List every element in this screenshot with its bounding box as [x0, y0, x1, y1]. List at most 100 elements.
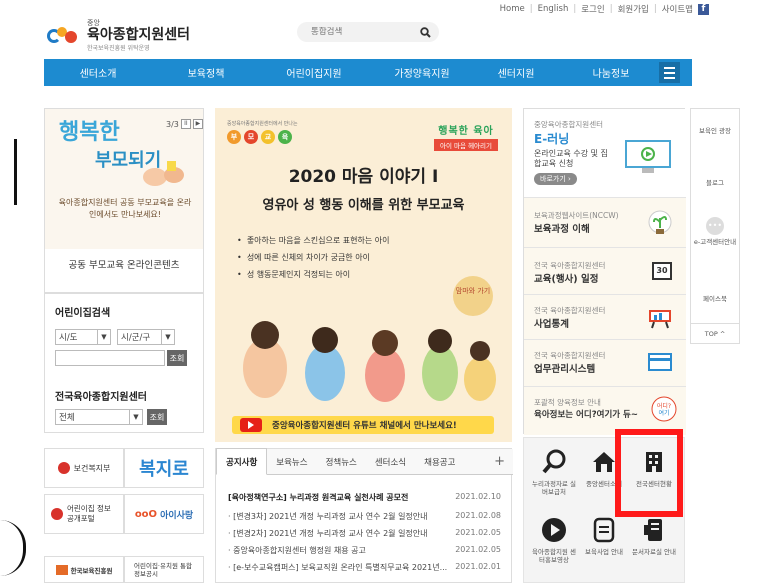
next-icon[interactable]: ▶	[192, 119, 203, 129]
info-portal-icon	[51, 508, 63, 520]
daycare-info-banner[interactable]: 어린이집 정보공개포털	[44, 494, 124, 534]
tab-childcare-news[interactable]: 보육뉴스	[267, 449, 316, 475]
stroke-artifact	[14, 139, 17, 205]
logo-subtitle: 한국보육진흥원 위탁운영	[87, 45, 150, 52]
calendar-icon: 30	[652, 262, 672, 280]
side-item-community[interactable]: 보육인 광장	[691, 127, 739, 135]
sigungu-select[interactable]: 시/군/구 ▼	[117, 329, 175, 345]
promo-caption[interactable]: 공동 부모교육 온라인콘텐츠	[45, 257, 203, 271]
sitemap-link[interactable]: 사이트맵	[662, 3, 693, 15]
quick-promo-video[interactable]: 육아종합지원 센터홍보영상	[530, 516, 578, 564]
daycare-search-title: 어린이집검색	[55, 308, 111, 319]
svg-text:여기: 여기	[658, 409, 669, 417]
quick-nuri-material[interactable]: 누리과정자료 실버보급처	[530, 448, 578, 496]
where-info-panel[interactable]: 포괄적 양육정보 안내 육아정보는 어디?여기가 듀~ 어디? 여기	[524, 387, 686, 435]
main-bullets: • 좋아하는 마음을 스킨십으로 표현하는 아이 • 성에 따른 신체의 차이가…	[237, 236, 390, 279]
daycare-search-button[interactable]: 조회	[167, 350, 187, 366]
side-item-customer-center[interactable]: ••• e-고객센터안내	[691, 217, 739, 246]
quick-childcare-business[interactable]: 보육사업 안내	[580, 516, 628, 556]
logo-title: 육아종합지원센터	[87, 27, 191, 43]
main-small-text: 중앙육아종합지원센터에서 만나는	[227, 121, 298, 127]
more-plus-icon[interactable]: +	[494, 454, 505, 469]
site-logo[interactable]: 중앙 육아종합지원센터 한국보육진흥원 위탁운영	[47, 18, 190, 52]
promo-note: 육아종합지원센터 공동 부모교육을 온라인에서도 만나보세요!	[58, 198, 192, 219]
all-menu-icon[interactable]	[659, 62, 680, 83]
document-icon	[588, 516, 620, 544]
search-input[interactable]	[311, 27, 411, 37]
bokjiro-banner[interactable]: 복지로	[124, 448, 204, 488]
aisarang-banner[interactable]: ooO 아이사랑	[124, 494, 204, 534]
main-headline: 2020 마음 이야기 I	[288, 167, 439, 187]
notice-tabs: 공지사항 보육뉴스 정책뉴스 센터소식 채용공고 +	[216, 448, 513, 475]
pause-icon[interactable]: II	[180, 119, 191, 129]
nav-sharing-info[interactable]: 나눔정보	[556, 65, 666, 80]
side-item-blog[interactable]: 블로그	[691, 179, 739, 187]
mohw-banner[interactable]: 보건복지부	[44, 448, 124, 488]
tab-policy-news[interactable]: 정책뉴스	[317, 449, 366, 475]
top-button[interactable]: TOP ^	[691, 323, 739, 343]
logo-mark-icon	[47, 25, 81, 45]
monitor-icon	[625, 140, 671, 173]
nav-daycare-support[interactable]: 어린이집지원	[260, 65, 368, 80]
children-illustration	[243, 321, 496, 402]
utility-bar: Home | English | 로그인 | 회원가입 | 사이트맵 f	[500, 3, 709, 15]
join-link[interactable]: 회원가입	[618, 3, 649, 15]
daycare-search-panel: 어린이집검색 시/도 ▼ 시/군/구 ▼ 조회 전국육아종합지원센터 전체 ▼ 조회	[44, 293, 204, 433]
hands-illustration	[143, 161, 184, 186]
aisarang-logo-icon: ooO	[134, 508, 158, 520]
center-search-title: 전국육아종합지원센터	[55, 392, 147, 403]
kcpi-logo-icon	[55, 564, 68, 575]
main-nav: 센터소개 보육정책 어린이집지원 가정양육지원 센터지원 나눔정보	[44, 59, 692, 86]
elearning-panel[interactable]: 중앙육아종합지원센터 E-러닝 온라인교육 수강 및 집합교육 신청 바로가기 …	[524, 109, 686, 198]
tab-recruitment[interactable]: 채용공고	[415, 449, 464, 475]
magnifier-icon	[538, 448, 570, 476]
nav-center-support[interactable]: 센터지원	[476, 65, 556, 80]
mohw-logo-icon	[57, 462, 70, 474]
speech-bubble: 맘마와 가기	[453, 276, 493, 316]
home-link[interactable]: Home	[500, 4, 525, 14]
quick-document-archive[interactable]: 문서자료실 안내	[630, 516, 678, 556]
youtube-icon	[240, 418, 262, 432]
center-search-button[interactable]: 조회	[147, 409, 167, 425]
main-subheadline: 영유아 성 행동 이해를 위한 부모교육	[262, 198, 465, 213]
plant-icon	[648, 210, 672, 234]
side-item-facebook[interactable]: 페이스북	[691, 295, 739, 303]
tab-center-news[interactable]: 센터소식	[366, 449, 415, 475]
nccw-panel[interactable]: 보육과정웹사이트(NCCW) 보육과정 이해	[524, 198, 686, 248]
english-link[interactable]: English	[538, 4, 569, 14]
parenting-promo-banner[interactable]: 행복한 부모되기 3/3 II ▶ 육아종합지원센터 공동 부모교육을 온라인에…	[44, 108, 204, 293]
highlight-box	[615, 429, 683, 517]
parent-edu-logo: 부 모 교 육	[227, 130, 292, 144]
promo-pager: 3/3 II ▶	[166, 119, 203, 129]
sido-select[interactable]: 시/도 ▼	[55, 329, 111, 345]
right-service-column: 중앙육아종합지원센터 E-러닝 온라인교육 수강 및 집합교육 신청 바로가기 …	[523, 108, 686, 435]
tab-notices[interactable]: 공지사항	[216, 448, 268, 475]
search-box	[297, 22, 439, 42]
related-sites: 보건복지부 복지로 어린이집 정보공개포털 ooO 아이사랑 한국보육진흥원 어…	[44, 448, 204, 583]
daycare-name-input[interactable]	[55, 350, 165, 366]
promo-illustration: 행복한 부모되기 3/3 II ▶ 육아종합지원센터 공동 부모교육을 온라인에…	[45, 109, 203, 249]
login-link[interactable]: 로그인	[581, 3, 604, 15]
edu-schedule-panel[interactable]: 전국 육아종합지원센터 교육(행사) 일정 30	[524, 248, 686, 295]
nav-childcare-policy[interactable]: 보육정책	[152, 65, 260, 80]
chevron-down-icon: ▼	[129, 410, 142, 424]
eval-banner[interactable]: 어린이집·유치원 통합정보공시	[124, 556, 204, 583]
nav-center-intro[interactable]: 센터소개	[44, 65, 152, 80]
svg-text:어디?: 어디?	[657, 402, 671, 410]
search-icon[interactable]	[420, 26, 431, 38]
business-stats-panel[interactable]: 전국 육아종합지원센터 사업통계	[524, 295, 686, 340]
center-region-select[interactable]: 전체 ▼	[55, 409, 143, 425]
kcpi-banner[interactable]: 한국보육진흥원	[44, 556, 124, 583]
main-visual-banner[interactable]: 중앙육아종합지원센터에서 만나는 부 모 교 육 행복한 육아 아이 마음 헤아…	[215, 108, 512, 442]
play-circle-icon	[538, 516, 570, 544]
chat-icon: •••	[706, 217, 724, 235]
promo-page-count: 3/3	[166, 119, 179, 129]
elearning-go-button[interactable]: 바로가기 ›	[534, 173, 577, 185]
chevron-down-icon: ▼	[97, 330, 110, 344]
youtube-banner[interactable]: 중앙육아종합지원센터 유튜브 채널에서 만나보세요!	[232, 416, 494, 434]
notice-board: 공지사항 보육뉴스 정책뉴스 센터소식 채용공고 + [육아정책연구소] 누리과…	[215, 448, 513, 583]
work-system-panel[interactable]: 전국 육아종합지원센터 업무관리시스템	[524, 340, 686, 387]
nav-home-parenting[interactable]: 가정양육지원	[368, 65, 476, 80]
facebook-icon[interactable]: f	[698, 3, 709, 15]
promo-title-a: 행복한	[59, 119, 120, 145]
